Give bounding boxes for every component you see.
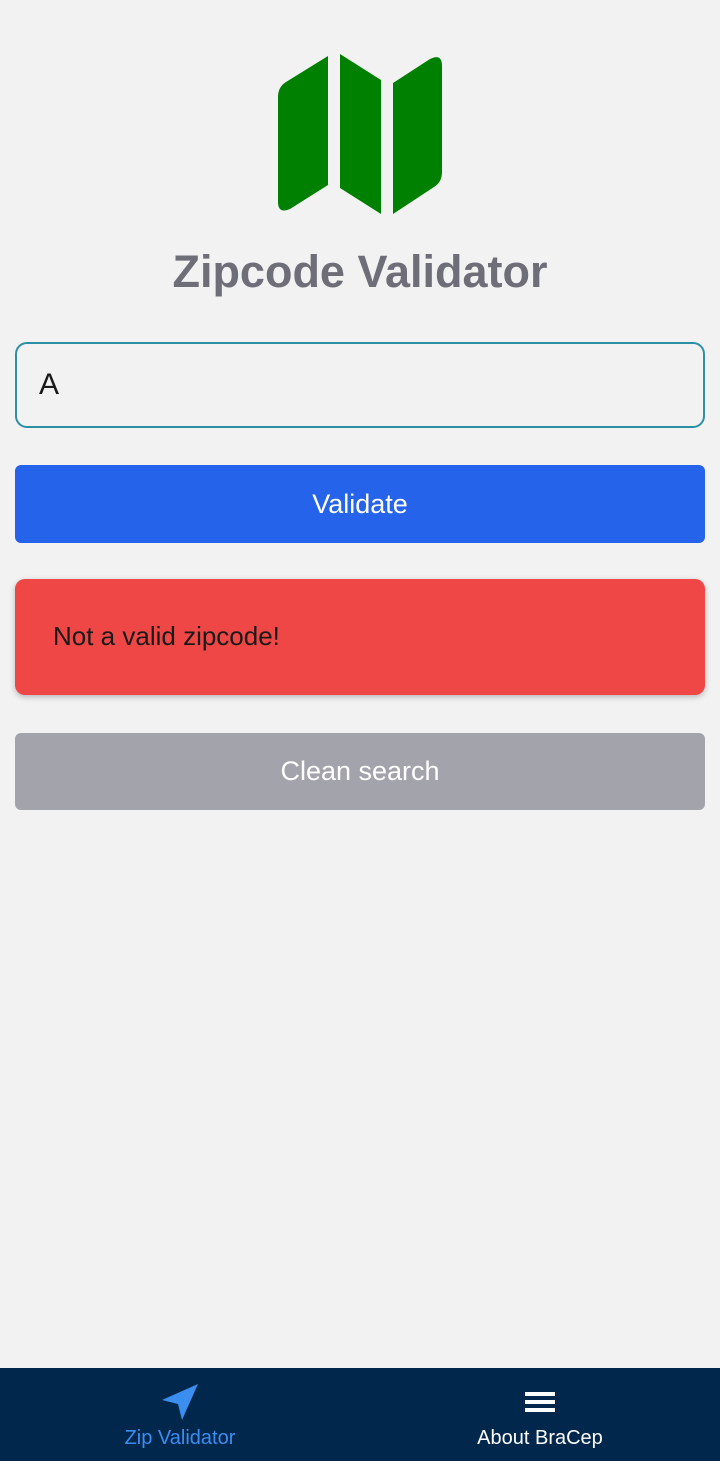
error-alert: Not a valid zipcode! <box>15 579 705 695</box>
map-logo-icon <box>276 52 444 216</box>
map-logo-middle-panel <box>340 54 381 214</box>
page-title: Zipcode Validator <box>172 246 548 297</box>
map-logo-left-panel <box>278 56 328 211</box>
validate-button[interactable]: Validate <box>15 465 705 543</box>
tab-zip-validator[interactable]: Zip Validator <box>0 1368 360 1461</box>
navigation-arrow-icon <box>162 1384 198 1420</box>
error-message: Not a valid zipcode! <box>53 620 280 651</box>
bottom-tab-bar: Zip Validator About BraCep <box>0 1368 720 1461</box>
tab-about-bracep-label: About BraCep <box>477 1427 603 1449</box>
clean-search-button[interactable]: Clean search <box>15 733 705 810</box>
tab-about-bracep[interactable]: About BraCep <box>360 1368 720 1461</box>
zipcode-input[interactable] <box>15 342 705 428</box>
map-logo-right-panel <box>393 57 442 215</box>
hamburger-menu-icon <box>525 1392 555 1412</box>
tab-zip-validator-label: Zip Validator <box>124 1427 236 1449</box>
